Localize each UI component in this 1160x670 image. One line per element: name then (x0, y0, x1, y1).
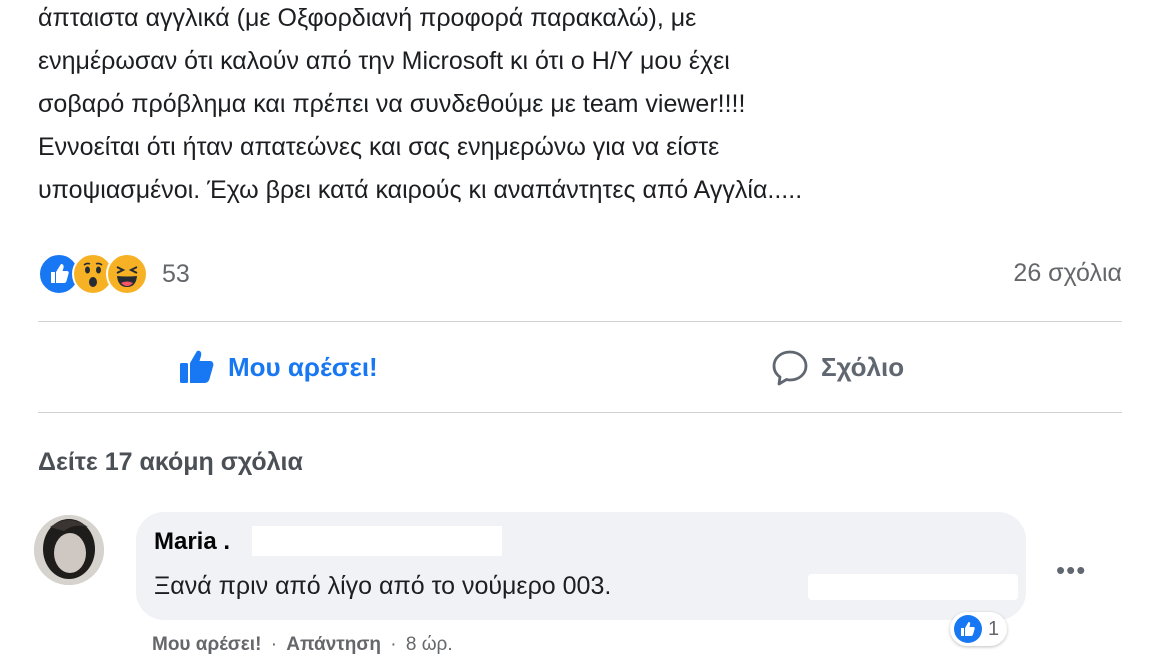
separator: · (390, 634, 397, 655)
like-button-label: Μου αρέσει! (228, 351, 378, 382)
comment-timestamp[interactable]: 8 ώρ. (406, 634, 453, 655)
thumbs-up-icon (180, 350, 214, 383)
redaction (252, 526, 502, 556)
like-button[interactable]: Μου αρέσει! (178, 322, 378, 412)
post-text-line: Εννοείται ότι ήταν απατεώνες και σας ενη… (38, 133, 720, 161)
more-horizontal-icon[interactable]: ••• (1056, 555, 1086, 586)
comment-button-label: Σχόλιο (821, 351, 905, 382)
post-text-line: υποψιασμένοι. Έχω βρει κατά καιρούς κι α… (38, 176, 803, 204)
comment-like-link[interactable]: Μου αρέσει! (152, 634, 261, 655)
post-text-line: άπταιστα αγγλικά (με Οξφορδιανή προφορά … (38, 4, 697, 32)
divider (38, 412, 1122, 413)
post-text-line: σοβαρό πρόβλημα και πρέπει να συνδεθούμε… (38, 90, 746, 118)
like-icon (954, 615, 982, 643)
redaction (808, 574, 1018, 600)
comment-reply-link[interactable]: Απάντηση (286, 634, 381, 655)
haha-icon (106, 253, 148, 295)
comment-author[interactable]: Maria . (154, 528, 230, 556)
comment-button[interactable]: Σχόλιο (771, 322, 904, 412)
comment-bubble: Maria . Ξανά πριν από λίγο από το νούμερ… (136, 512, 1026, 620)
view-more-comments-link[interactable]: Δείτε 17 ακόμη σχόλια (38, 448, 303, 477)
comment-text: Ξανά πριν από λίγο από το νούμερο 003. (154, 572, 612, 600)
post-stats: 53 26 σχόλια (38, 252, 1122, 296)
post-text: άπταιστα αγγλικά (με Οξφορδιανή προφορά … (38, 0, 1138, 212)
reaction-summary[interactable]: 53 (38, 252, 190, 296)
reaction-count: 53 (162, 259, 190, 288)
avatar[interactable] (34, 515, 104, 585)
comment-count[interactable]: 26 σχόλια (1013, 259, 1122, 288)
separator: · (270, 634, 278, 655)
post-actions: Μου αρέσει! Σχόλιο (38, 322, 1122, 412)
comment-reaction-count: 1 (988, 617, 1000, 640)
comment-icon (772, 350, 808, 386)
post-text-line: ενημέρωσαν ότι καλούν από την Microsoft … (38, 47, 730, 75)
comment-reaction-pill[interactable]: 1 (950, 612, 1008, 646)
comment-meta: Μου αρέσει! · Απάντηση · 8 ώρ. (152, 634, 453, 656)
